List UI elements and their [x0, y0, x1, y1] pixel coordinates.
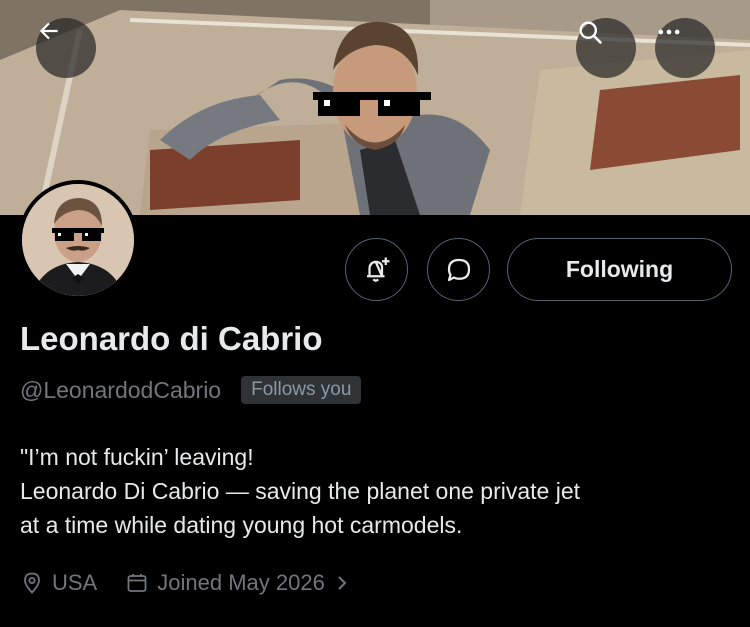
profile-avatar[interactable]: [18, 180, 138, 300]
notifications-button[interactable]: [345, 238, 408, 301]
more-button[interactable]: [655, 18, 715, 78]
arrow-left-icon: [39, 22, 58, 40]
message-icon: [447, 258, 470, 281]
avatar-image: [22, 184, 134, 296]
back-button[interactable]: [36, 18, 96, 78]
display-name: Leonardo di Cabrio: [20, 320, 323, 357]
handle-row: @LeonardodCabrio Follows you: [20, 376, 362, 404]
banner-image: [0, 0, 750, 215]
profile-bio: "I’m not fuckin’ leaving! Leonardo Di Ca…: [20, 440, 730, 542]
bell-plus-icon: [366, 257, 389, 282]
bio-line: Leonardo Di Cabrio — saving the planet o…: [20, 478, 581, 504]
joined-text: Joined May 2026: [157, 570, 325, 595]
calendar-icon: [127, 574, 147, 592]
search-button[interactable]: [576, 18, 636, 78]
joined-item[interactable]: Joined May 2026: [125, 570, 357, 596]
bio-line: at a time while dating young hot carmode…: [20, 512, 463, 538]
user-handle: @LeonardodCabrio: [20, 376, 222, 403]
profile-banner[interactable]: [0, 0, 750, 215]
location-item: USA: [20, 570, 97, 596]
avatar: [22, 184, 134, 296]
following-button[interactable]: Following: [507, 238, 732, 301]
profile-meta: USA Joined May 2026: [20, 570, 385, 596]
search-icon: [579, 21, 602, 44]
message-button[interactable]: [427, 238, 490, 301]
location-text: USA: [52, 570, 98, 595]
follows-you-badge: Follows you: [241, 376, 362, 404]
location-pin-icon: [24, 572, 40, 594]
more-horizontal-icon: [658, 29, 680, 35]
chevron-right-icon: [338, 576, 347, 590]
bio-line: "I’m not fuckin’ leaving!: [20, 444, 254, 470]
